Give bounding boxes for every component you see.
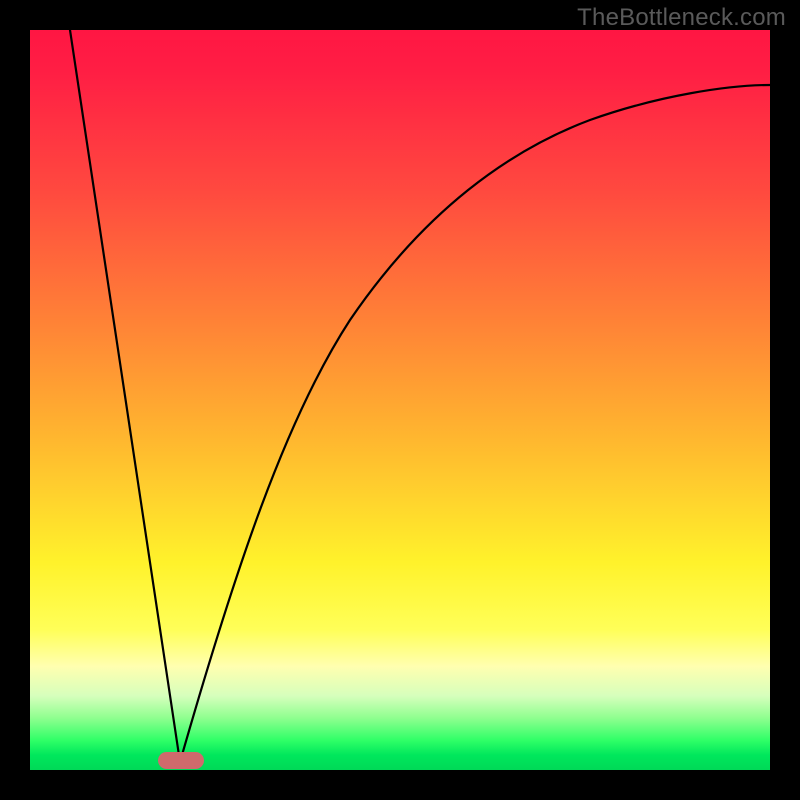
curve-layer — [30, 30, 770, 770]
plot-area — [30, 30, 770, 770]
chart-frame: TheBottleneck.com — [0, 0, 800, 800]
curve-right-segment — [180, 85, 770, 762]
min-marker — [158, 752, 204, 769]
curve-left-segment — [70, 30, 180, 762]
watermark-text: TheBottleneck.com — [577, 4, 786, 32]
